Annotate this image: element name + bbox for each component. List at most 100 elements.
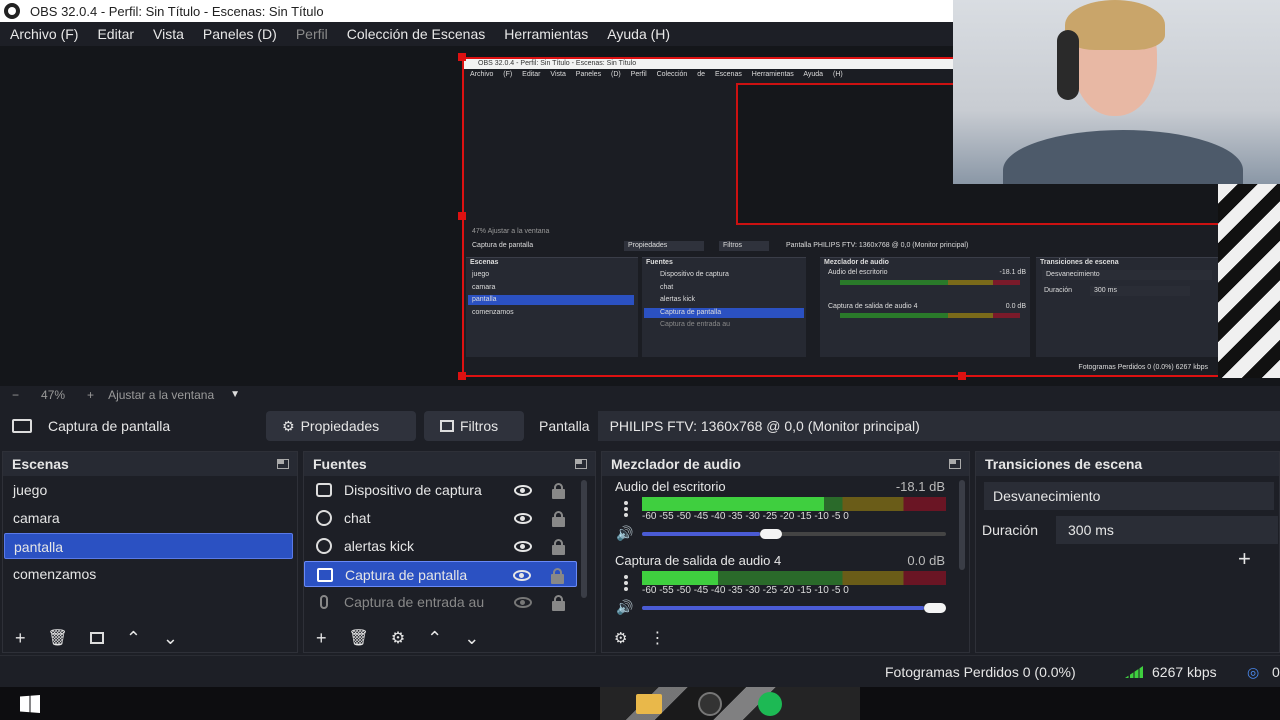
selected-source-name: Captura de pantalla: [48, 418, 171, 434]
menu-perfil[interactable]: Perfil: [296, 26, 328, 42]
undock-icon[interactable]: [277, 459, 289, 469]
menu-vista[interactable]: Vista: [153, 26, 184, 42]
mixer-channel-name: Audio del escritorio: [615, 479, 726, 494]
speaker-icon[interactable]: 🔊: [616, 525, 636, 541]
transform-handle[interactable]: [458, 53, 466, 61]
mini-filters: Filtros: [719, 241, 769, 251]
trash-icon[interactable]: 🗑: [349, 628, 369, 648]
lock-icon[interactable]: [552, 511, 565, 527]
add-transition-button[interactable]: +: [1238, 546, 1251, 572]
menu-editar[interactable]: Editar: [97, 26, 134, 42]
mini-mixer-db: -18.1 dB: [999, 269, 1026, 276]
advanced-audio-gear-icon[interactable]: ⚙: [614, 629, 627, 647]
duration-input[interactable]: 300 ms: [1056, 516, 1278, 544]
sources-scrollbar[interactable]: [581, 480, 587, 598]
mini-scenes-dock: Escenas juego camara pantalla comenzamos: [466, 257, 638, 357]
status-bar: Fotogramas Perdidos 0 (0.0%) 6267 kbps ◎…: [0, 655, 1280, 687]
mini-mixer-channel: Captura de salida de audio 4: [828, 303, 918, 310]
channel-menu-icon[interactable]: [624, 575, 628, 591]
eye-icon[interactable]: [514, 485, 532, 496]
striped-overlay: [1218, 184, 1280, 378]
menu-herramientas[interactable]: Herramientas: [504, 26, 588, 42]
source-label: Captura de entrada au: [344, 594, 485, 610]
mixer-title: Mezclador de audio: [611, 456, 741, 472]
menu-ayuda[interactable]: Ayuda (H): [607, 26, 670, 42]
undock-icon[interactable]: [949, 459, 961, 469]
add-scene-button[interactable]: +: [15, 628, 26, 649]
source-item[interactable]: chat: [304, 505, 577, 531]
channel-menu-icon[interactable]: [624, 501, 628, 517]
mini-mixer-channel: Audio del escritorio: [828, 269, 888, 276]
undock-icon[interactable]: [575, 459, 587, 469]
mini-meter: [840, 313, 1020, 318]
gear-icon: ⚙: [282, 417, 295, 434]
scene-item[interactable]: juego: [4, 477, 293, 503]
mixer-channel-name: Captura de salida de audio 4: [615, 553, 782, 568]
spotify-icon[interactable]: [758, 692, 782, 716]
mini-source: alertas kick: [660, 296, 696, 303]
lock-icon[interactable]: [552, 539, 565, 555]
mini-source: Captura de entrada au: [660, 321, 731, 328]
duration-label: Duración: [982, 522, 1039, 538]
meter-ticks: -60 -55 -50 -45 -40 -35 -30 -25 -20 -15 …: [642, 511, 849, 522]
source-item[interactable]: Dispositivo de captura: [304, 477, 577, 503]
filter-icon[interactable]: [89, 632, 104, 644]
scene-item-selected[interactable]: pantalla: [4, 533, 293, 559]
mini-scene: juego: [472, 271, 490, 278]
eye-icon[interactable]: [513, 570, 531, 581]
eye-icon[interactable]: [514, 541, 532, 552]
meter-level: [642, 497, 825, 511]
scene-item[interactable]: comenzamos: [4, 561, 293, 587]
headphones-icon: [1057, 30, 1079, 100]
volume-slider-knob[interactable]: [760, 529, 783, 539]
mini-mixer-title: Mezclador de audio: [824, 259, 889, 266]
gear-icon[interactable]: ⚙: [391, 628, 405, 648]
transform-handle[interactable]: [958, 372, 966, 380]
windows-start-icon[interactable]: [20, 695, 40, 713]
zoom-dropdown-icon[interactable]: ▼: [230, 389, 240, 400]
transition-select[interactable]: Desvanecimiento: [984, 482, 1274, 510]
lock-icon[interactable]: [552, 595, 565, 611]
file-explorer-icon[interactable]: [636, 694, 662, 714]
fit-window-button[interactable]: Ajustar a la ventana: [108, 388, 214, 402]
properties-button[interactable]: ⚙ Propiedades: [266, 411, 416, 441]
sources-header: Fuentes: [304, 452, 595, 476]
stream-status-icon: ◎: [1247, 664, 1260, 680]
eye-icon[interactable]: [514, 513, 532, 524]
scene-item[interactable]: camara: [4, 505, 293, 531]
transform-handle[interactable]: [458, 372, 466, 380]
filter-icon: [440, 420, 454, 432]
mini-duration: 300 ms: [1090, 286, 1190, 296]
source-item-selected[interactable]: Captura de pantalla: [304, 561, 577, 587]
mixer-menu-icon[interactable]: ⋮: [649, 628, 665, 648]
move-down-button[interactable]: ⌄: [163, 628, 178, 649]
lock-icon[interactable]: [552, 483, 565, 499]
mini-mixer-dock: Mezclador de audio Audio del escritorio …: [820, 257, 1030, 357]
menu-coleccion-escenas[interactable]: Colección de Escenas: [347, 26, 486, 42]
move-up-button[interactable]: ⌃: [427, 628, 442, 649]
source-item[interactable]: alertas kick: [304, 533, 577, 559]
volume-slider-knob[interactable]: [924, 603, 946, 613]
move-up-button[interactable]: ⌃: [126, 628, 141, 649]
mixer-scrollbar[interactable]: [959, 480, 965, 570]
webcam-source[interactable]: [953, 0, 1280, 184]
menu-archivo[interactable]: Archivo (F): [10, 26, 78, 42]
obs-taskbar-icon[interactable]: [698, 692, 722, 716]
eye-slash-icon[interactable]: [514, 597, 532, 608]
menu-paneles[interactable]: Paneles (D): [203, 26, 277, 42]
zoom-out-button[interactable]: −: [12, 388, 19, 402]
zoom-in-button[interactable]: +: [87, 388, 94, 402]
filters-button[interactable]: Filtros: [424, 411, 524, 441]
trash-icon[interactable]: 🗑: [48, 628, 68, 648]
mini-display: Pantalla PHILIPS FTV: 1360x768 @ 0,0 (Mo…: [786, 242, 969, 249]
display-select[interactable]: PHILIPS FTV: 1360x768 @ 0,0 (Monitor pri…: [597, 411, 1280, 441]
add-source-button[interactable]: +: [316, 628, 327, 649]
duration-value: 300 ms: [1068, 522, 1114, 538]
speaker-icon[interactable]: 🔊: [616, 599, 636, 615]
mini-source: chat: [660, 284, 674, 291]
transitions-title: Transiciones de escena: [985, 456, 1143, 472]
transform-handle[interactable]: [458, 212, 466, 220]
lock-icon[interactable]: [551, 568, 564, 584]
move-down-button[interactable]: ⌄: [464, 628, 479, 649]
source-item[interactable]: Captura de entrada au: [304, 589, 577, 615]
